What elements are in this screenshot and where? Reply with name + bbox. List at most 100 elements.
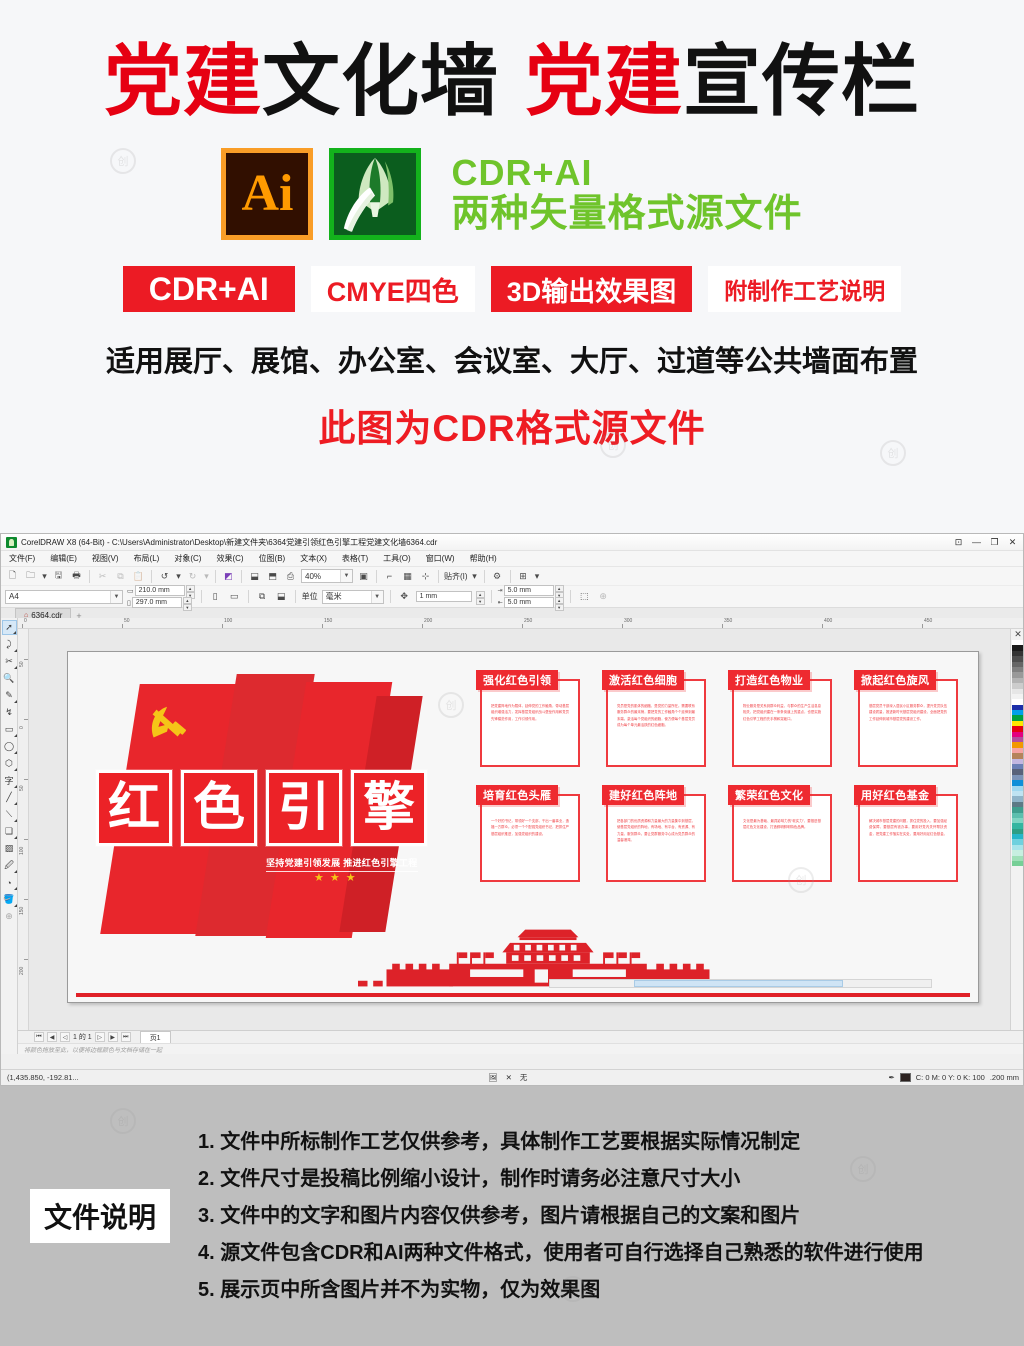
- fullscreen-preview-icon[interactable]: ▣: [356, 569, 371, 584]
- snap-dropdown-icon[interactable]: ▾: [471, 569, 479, 584]
- page-width-input[interactable]: 210.0 mm: [134, 585, 185, 596]
- search-content-icon[interactable]: ◩: [221, 569, 236, 584]
- freehand-tool[interactable]: ✎: [2, 688, 17, 703]
- fill-color-icon[interactable]: 🖼: [488, 1073, 498, 1082]
- duplicate-x-stepper[interactable]: ▲ ▼: [554, 585, 564, 599]
- copy-icon[interactable]: ⧉: [113, 569, 128, 584]
- chevron-down-icon[interactable]: ▼: [370, 590, 383, 603]
- nudge-stepper[interactable]: ▲ ▼: [475, 591, 485, 605]
- application-launcher-icon[interactable]: ⊞: [516, 569, 531, 584]
- publish-pdf-icon[interactable]: ⎙: [283, 569, 298, 584]
- minimize-button[interactable]: —: [968, 535, 985, 549]
- chevron-down-icon[interactable]: ▼: [340, 570, 352, 582]
- color-eyedropper-tool[interactable]: 🖉: [2, 858, 17, 873]
- units-combo[interactable]: 毫米 ▼: [321, 589, 384, 604]
- paste-icon[interactable]: 📋: [131, 569, 146, 584]
- undo-dropdown-icon[interactable]: ▾: [175, 569, 182, 584]
- menu-edit[interactable]: 编辑(E): [48, 552, 79, 565]
- outline-none-icon[interactable]: ✕: [506, 1073, 512, 1082]
- menu-file[interactable]: 文件(F): [7, 552, 37, 565]
- page-first-button[interactable]: ⏮: [34, 1032, 44, 1042]
- text-tool[interactable]: 字: [2, 773, 17, 788]
- page-next-button[interactable]: ▷: [94, 1032, 105, 1042]
- menu-view[interactable]: 视图(V): [90, 552, 121, 565]
- page-border-icon[interactable]: ⬚: [577, 589, 592, 604]
- menu-object[interactable]: 对象(C): [172, 552, 203, 565]
- cut-icon[interactable]: ✂: [95, 569, 110, 584]
- open-document-icon[interactable]: 🗀: [23, 569, 38, 584]
- redo-dropdown-icon[interactable]: ▾: [203, 569, 210, 584]
- new-document-icon[interactable]: 🗋: [5, 569, 20, 584]
- rectangle-tool[interactable]: ▭: [2, 722, 17, 737]
- menu-help[interactable]: 帮助(H): [468, 552, 499, 565]
- options-gear-icon[interactable]: ⚙: [490, 569, 505, 584]
- shape-tool[interactable]: ⤸: [2, 637, 17, 652]
- undo-icon[interactable]: ↺: [157, 569, 172, 584]
- duplicate-y-stepper[interactable]: ▲ ▼: [554, 597, 564, 611]
- save-document-icon[interactable]: 🖫: [51, 569, 66, 584]
- show-grid-icon[interactable]: ▦: [400, 569, 415, 584]
- redo-icon[interactable]: ↻: [185, 569, 200, 584]
- show-guides-icon[interactable]: ⊹: [418, 569, 433, 584]
- no-color-swatch[interactable]: ✕: [1012, 629, 1024, 640]
- zoom-level-combo[interactable]: 40% ▼: [301, 569, 353, 583]
- palette-swatch[interactable]: [1011, 861, 1023, 867]
- horizontal-ruler[interactable]: 0 50 100 150 200 250 300 350 400 450: [18, 618, 1023, 629]
- page-last-button[interactable]: ⏭: [120, 1032, 131, 1042]
- print-document-icon[interactable]: 🖶: [69, 569, 84, 584]
- open-dropdown-icon[interactable]: ▾: [41, 569, 48, 584]
- menu-effects[interactable]: 效果(C): [214, 552, 245, 565]
- nudge-distance-input[interactable]: 1 mm: [415, 591, 472, 602]
- portrait-orientation-icon[interactable]: ▯: [208, 589, 223, 604]
- artistic-media-tool[interactable]: ↯: [2, 705, 17, 720]
- launcher-dropdown-icon[interactable]: ▾: [534, 569, 541, 584]
- chevron-down-icon[interactable]: ▼: [110, 590, 122, 603]
- duplicate-x-input[interactable]: 5.0 mm: [503, 585, 554, 596]
- smart-fill-tool[interactable]: 🪣: [2, 892, 17, 907]
- snap-to-label[interactable]: 贴齐(I): [444, 571, 468, 582]
- document-page[interactable]: 红 色 引 擎 坚持党建引领发展 推进红色引擎工程 ★ ★ ★ 把党建阵地作为载…: [67, 651, 979, 1003]
- all-pages-icon[interactable]: ⧉: [255, 589, 270, 604]
- paper-type-combo[interactable]: A4 ▼: [5, 589, 123, 604]
- bleed-icon[interactable]: ⊕: [596, 589, 611, 604]
- pick-tool[interactable]: ➚: [1, 620, 17, 635]
- page-tab-1[interactable]: 页1: [139, 1031, 171, 1043]
- drawing-canvas[interactable]: 红 色 引 擎 坚持党建引领发展 推进红色引擎工程 ★ ★ ★ 把党建阵地作为载…: [29, 629, 1010, 1030]
- color-palette[interactable]: ✕: [1010, 629, 1024, 1030]
- menu-text[interactable]: 文本(X): [298, 552, 329, 565]
- straight-line-connector-tool[interactable]: ⟍: [2, 807, 17, 822]
- menu-bitmaps[interactable]: 位图(B): [257, 552, 288, 565]
- polygon-tool[interactable]: ⬡: [2, 756, 17, 771]
- import-icon[interactable]: ⬓: [247, 569, 262, 584]
- vertical-ruler[interactable]: 50 0 50 100 150 200: [18, 629, 29, 1030]
- crop-tool[interactable]: ✂: [2, 654, 17, 669]
- menu-layout[interactable]: 布局(L): [132, 552, 162, 565]
- parallel-dimension-tool[interactable]: ╱: [2, 790, 17, 805]
- interactive-fill-tool[interactable]: ◔: [2, 875, 17, 890]
- quick-customize-icon[interactable]: ⊕: [2, 909, 17, 924]
- menu-table[interactable]: 表格(T): [340, 552, 370, 565]
- page-height-input[interactable]: 297.0 mm: [131, 597, 182, 608]
- page-prev-button[interactable]: ◁: [60, 1032, 70, 1042]
- restore-button[interactable]: ❐: [986, 535, 1003, 549]
- transparency-tool[interactable]: ▨: [2, 841, 17, 856]
- export-icon[interactable]: ⬒: [265, 569, 280, 584]
- outline-color-swatch[interactable]: [899, 1073, 911, 1082]
- page-next-page-button[interactable]: ▶: [107, 1032, 118, 1042]
- landscape-orientation-icon[interactable]: ▭: [227, 589, 242, 604]
- ellipse-tool[interactable]: ◯: [2, 739, 17, 754]
- show-rulers-icon[interactable]: ⌐: [382, 569, 397, 584]
- close-button[interactable]: ✕: [1004, 535, 1021, 549]
- menu-window[interactable]: 窗口(W): [424, 552, 457, 565]
- page-prev-page-button[interactable]: ◀: [47, 1032, 57, 1042]
- horizontal-scrollbar[interactable]: [549, 979, 932, 988]
- duplicate-y-input[interactable]: 5.0 mm: [503, 597, 554, 608]
- page-width-stepper[interactable]: ▲ ▼: [185, 585, 195, 599]
- restore-document-icon[interactable]: ⊡: [950, 535, 967, 549]
- page-height-stepper[interactable]: ▲ ▼: [182, 597, 192, 611]
- drop-shadow-tool[interactable]: ❏: [2, 824, 17, 839]
- status-center: 🖼 ✕ 无: [127, 1072, 888, 1083]
- zoom-tool[interactable]: 🔍: [2, 671, 17, 686]
- current-page-icon[interactable]: ⬓: [274, 589, 289, 604]
- menu-tools[interactable]: 工具(O): [381, 552, 413, 565]
